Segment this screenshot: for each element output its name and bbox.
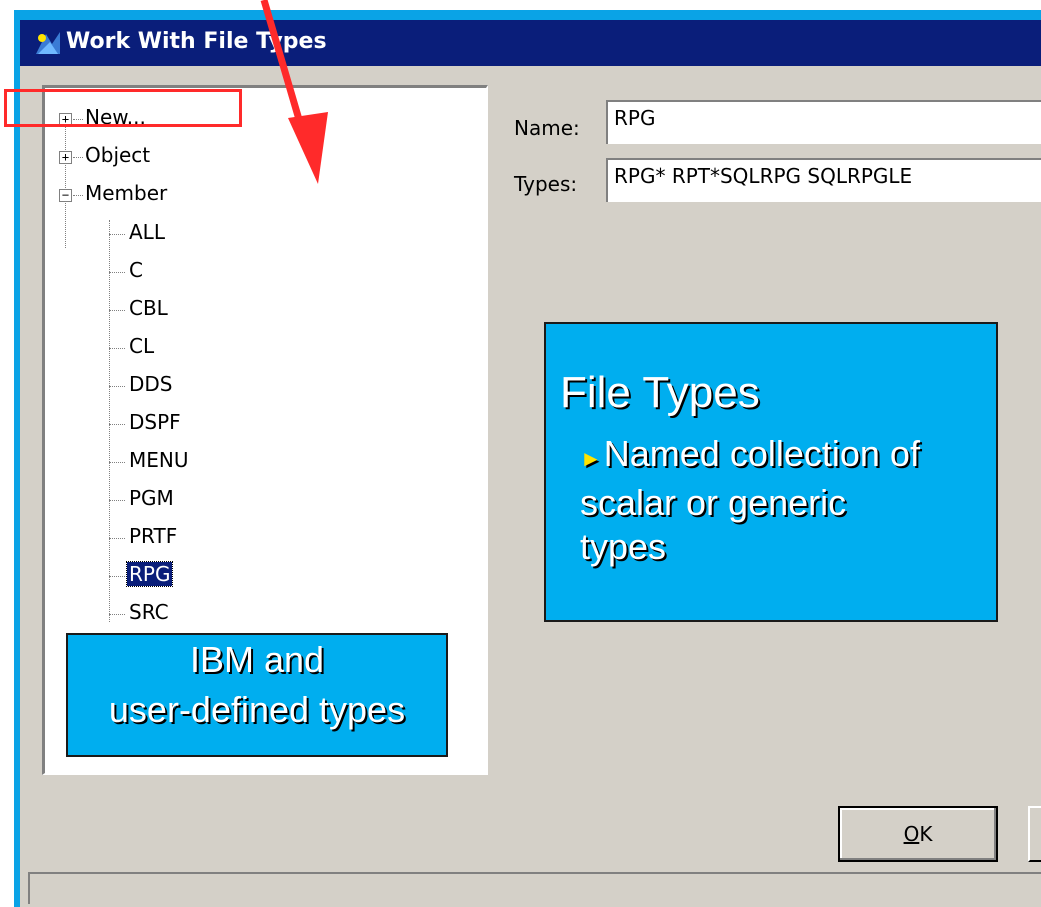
ok-button[interactable]: OK — [838, 806, 998, 862]
ok-label-rest: K — [919, 822, 933, 846]
tree-connector — [109, 234, 125, 235]
tree-connector — [109, 348, 125, 349]
tree-connector — [109, 462, 125, 463]
tree-connector — [109, 310, 125, 311]
tree-node-all[interactable]: ALL — [129, 220, 165, 244]
tree-connector — [109, 424, 125, 425]
name-label: Name: — [514, 116, 580, 140]
tree-node-object[interactable]: Object — [85, 143, 150, 167]
tree-node-menu[interactable]: MENU — [129, 448, 189, 472]
status-bar — [28, 872, 1041, 904]
types-field[interactable]: RPG* RPT*SQLRPG SQLRPGLE — [606, 158, 1041, 202]
callout-bullet-line3: types — [580, 526, 667, 567]
tree-connector — [109, 576, 125, 577]
tree-node-member[interactable]: Member — [85, 181, 167, 205]
file-types-callout: File Types ►Named collection of scalar o… — [544, 322, 998, 622]
callout-heading: File Types — [560, 368, 760, 417]
tree-connector — [109, 386, 125, 387]
callout-line1: IBM and — [189, 639, 325, 680]
callout-line2: user-defined types — [108, 689, 406, 730]
tree-node-src[interactable]: SRC — [129, 600, 169, 624]
new-item-highlight — [4, 89, 242, 127]
tree-connector — [109, 538, 125, 539]
cancel-button-partial[interactable] — [1028, 806, 1041, 862]
tree-connector — [109, 500, 125, 501]
tree-node-c[interactable]: C — [129, 258, 143, 282]
window-title: Work With File Types — [66, 29, 327, 54]
ibm-types-callout: IBM and user-defined types — [66, 633, 448, 757]
window-app-icon — [34, 30, 62, 56]
tree-node-cbl[interactable]: CBL — [129, 296, 168, 320]
types-label: Types: — [514, 172, 578, 196]
tree-connector — [73, 157, 83, 158]
tree-connector — [109, 614, 125, 615]
tree-node-dds[interactable]: DDS — [129, 372, 173, 396]
ok-mnemonic: O — [903, 822, 920, 846]
tree-node-cl[interactable]: CL — [129, 334, 154, 358]
work-with-file-types-dialog: Work With File Types + New... + Object −… — [20, 20, 1041, 907]
tree-connector — [109, 272, 125, 273]
callout-bullet-line1: Named collection of — [603, 433, 920, 474]
tree-node-rpg-selected[interactable]: RPG — [125, 561, 174, 587]
tree-connector — [65, 118, 66, 248]
title-bar: Work With File Types — [20, 20, 1041, 66]
tree-connector — [109, 220, 110, 622]
callout-bullet-line2: scalar or generic — [580, 482, 847, 523]
name-field[interactable]: RPG — [606, 100, 1041, 144]
tree-connector — [73, 195, 83, 196]
expand-object-icon[interactable]: + — [59, 151, 72, 164]
callout-bullet: ►Named collection of scalar or generic t… — [580, 432, 970, 569]
tree-node-pgm[interactable]: PGM — [129, 486, 174, 510]
tree-node-prtf[interactable]: PRTF — [129, 524, 177, 548]
triangle-bullet-icon: ► — [580, 446, 602, 471]
collapse-member-icon[interactable]: − — [59, 189, 72, 202]
tree-node-dspf[interactable]: DSPF — [129, 410, 181, 434]
